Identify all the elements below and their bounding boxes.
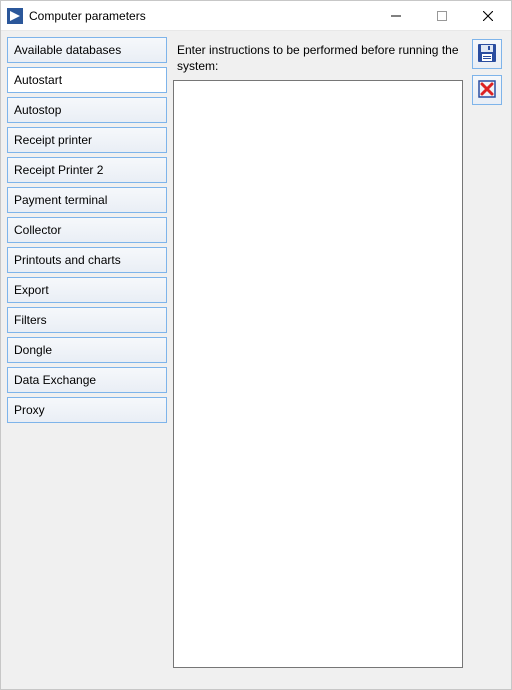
nav-item-proxy[interactable]: Proxy [7, 397, 167, 423]
delete-icon [477, 79, 497, 102]
nav-item-label: Autostart [14, 73, 62, 87]
nav-item-available-databases[interactable]: Available databases [7, 37, 167, 63]
nav-item-payment-terminal[interactable]: Payment terminal [7, 187, 167, 213]
save-button[interactable] [472, 39, 502, 69]
nav-item-receipt-printer-2[interactable]: Receipt Printer 2 [7, 157, 167, 183]
nav-item-label: Dongle [14, 343, 52, 357]
nav-item-label: Available databases [14, 43, 121, 57]
maximize-button[interactable] [419, 1, 465, 31]
nav-item-autostop[interactable]: Autostop [7, 97, 167, 123]
window-title: Computer parameters [29, 9, 146, 23]
nav-item-collector[interactable]: Collector [7, 217, 167, 243]
action-sidebar [469, 37, 505, 683]
nav-item-filters[interactable]: Filters [7, 307, 167, 333]
save-icon [477, 43, 497, 66]
nav-item-label: Filters [14, 313, 47, 327]
nav-item-label: Receipt Printer 2 [14, 163, 103, 177]
nav-item-label: Payment terminal [14, 193, 107, 207]
nav-item-data-exchange[interactable]: Data Exchange [7, 367, 167, 393]
app-icon [7, 8, 23, 24]
nav-item-label: Printouts and charts [14, 253, 121, 267]
nav-item-export[interactable]: Export [7, 277, 167, 303]
nav-item-receipt-printer[interactable]: Receipt printer [7, 127, 167, 153]
nav-item-label: Proxy [14, 403, 45, 417]
delete-button[interactable] [472, 75, 502, 105]
nav-item-autostart[interactable]: Autostart [7, 67, 167, 93]
nav-item-label: Export [14, 283, 49, 297]
client-area: Available databases Autostart Autostop R… [1, 31, 511, 689]
window-root: Computer parameters Available databases … [0, 0, 512, 690]
nav-item-label: Data Exchange [14, 373, 96, 387]
titlebar: Computer parameters [1, 1, 511, 31]
category-nav: Available databases Autostart Autostop R… [7, 37, 167, 683]
main-panel: Enter instructions to be performed befor… [173, 37, 463, 683]
nav-item-label: Collector [14, 223, 61, 237]
instructions-editor[interactable] [173, 80, 463, 668]
nav-item-printouts-and-charts[interactable]: Printouts and charts [7, 247, 167, 273]
nav-item-label: Receipt printer [14, 133, 92, 147]
minimize-button[interactable] [373, 1, 419, 31]
instructions-prompt: Enter instructions to be performed befor… [173, 37, 463, 80]
close-button[interactable] [465, 1, 511, 31]
nav-item-dongle[interactable]: Dongle [7, 337, 167, 363]
nav-item-label: Autostop [14, 103, 61, 117]
